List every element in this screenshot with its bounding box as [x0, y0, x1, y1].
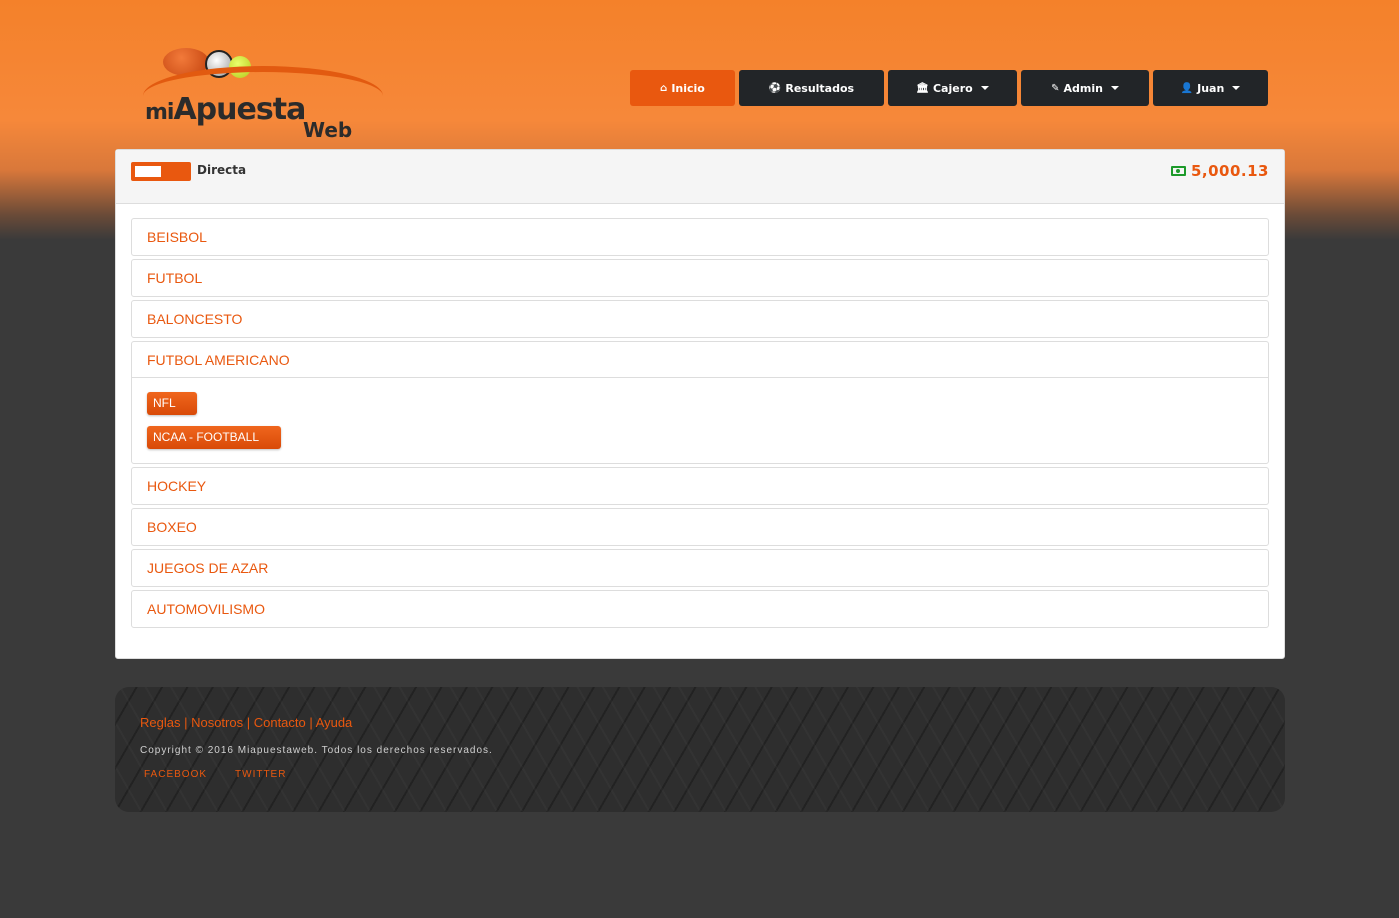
mode-toggle[interactable] [131, 162, 191, 181]
footer-link-reglas[interactable]: Reglas [140, 715, 180, 730]
nav-cajero-dropdown[interactable]: 🏛 Cajero [888, 70, 1017, 106]
caret-down-icon [1110, 86, 1119, 90]
mode-label: Directa [197, 163, 247, 177]
nav-admin-dropdown[interactable]: ✎ Admin [1021, 70, 1149, 106]
sport-title[interactable]: FUTBOL AMERICANO [132, 342, 1268, 378]
footer-link-nosotros[interactable]: Nosotros [191, 715, 243, 730]
league-button-nfl[interactable]: NFL [147, 392, 197, 415]
sport-title[interactable]: BOXEO [132, 509, 1268, 545]
site-footer: Reglas | Nosotros | Contacto | Ayuda Cop… [115, 687, 1285, 812]
sport-item-juegos-de-azar: JUEGOS DE AZAR [131, 549, 1269, 587]
footer-link-ayuda[interactable]: Ayuda [316, 715, 353, 730]
nav-label: Inicio [671, 81, 705, 95]
sport-item-beisbol: BEISBOL [131, 218, 1269, 256]
sport-item-hockey: HOCKEY [131, 467, 1269, 505]
sport-item-baloncesto: BALONCESTO [131, 300, 1269, 338]
sport-title[interactable]: AUTOMOVILISMO [132, 591, 1268, 627]
sport-item-futbol: FUTBOL [131, 259, 1269, 297]
nav-user-dropdown[interactable]: 👤 Juan [1153, 70, 1268, 106]
caret-down-icon [1232, 86, 1241, 90]
social-links: FACEBOOK TWITTER [144, 769, 286, 780]
sport-title[interactable]: JUEGOS DE AZAR [132, 550, 1268, 586]
separator: | [243, 715, 254, 730]
home-icon: ⌂ [660, 82, 668, 94]
user-icon: 👤 [1180, 82, 1194, 94]
balance-amount: 5,000.13 [1190, 162, 1269, 180]
sport-title[interactable]: FUTBOL [132, 260, 1268, 296]
sport-leagues: NFL NCAA - FOOTBALL [132, 378, 1268, 463]
toggle-knob [135, 166, 161, 177]
panel-header: Directa 5,000.13 [116, 150, 1284, 204]
separator: | [305, 715, 316, 730]
sport-title[interactable]: BEISBOL [132, 219, 1268, 255]
soccer-ball-icon: ⚽ [768, 82, 782, 94]
league-button-ncaa-football[interactable]: NCAA - FOOTBALL [147, 426, 281, 449]
logo-text-line2: Web [303, 118, 353, 142]
nav-inicio-button[interactable]: ⌂ Inicio [630, 70, 735, 106]
facebook-link[interactable]: FACEBOOK [144, 769, 207, 780]
separator: | [180, 715, 192, 730]
sports-list: BEISBOL FUTBOL BALONCESTO FUTBOL AMERICA… [131, 218, 1269, 631]
balance: 5,000.13 [1170, 162, 1269, 180]
nav-resultados-button[interactable]: ⚽ Resultados [739, 70, 884, 106]
nav-label: Resultados [785, 81, 855, 95]
footer-links: Reglas | Nosotros | Contacto | Ayuda [140, 715, 352, 730]
site-logo[interactable]: miApuesta Web [143, 40, 388, 142]
wrench-icon: ✎ [1051, 82, 1060, 94]
footer-link-contacto[interactable]: Contacto [254, 715, 306, 730]
main-nav: ⌂ Inicio ⚽ Resultados 🏛 Cajero ✎ Admin 👤… [630, 70, 1268, 106]
sport-title[interactable]: HOCKEY [132, 468, 1268, 504]
sport-item-futbol-americano: FUTBOL AMERICANO NFL NCAA - FOOTBALL [131, 341, 1269, 464]
sports-panel: Directa 5,000.13 BEISBOL FUTBOL BALONCES… [115, 149, 1285, 659]
bank-icon: 🏛 [916, 82, 929, 94]
logo-text-line1: miApuesta [145, 92, 306, 127]
nav-label: Admin [1063, 81, 1103, 95]
nav-label: Juan [1197, 81, 1225, 95]
money-icon [1170, 166, 1186, 176]
sport-item-boxeo: BOXEO [131, 508, 1269, 546]
caret-down-icon [980, 86, 989, 90]
copyright: Copyright © 2016 Miapuestaweb. Todos los… [140, 745, 493, 756]
sport-item-automovilismo: AUTOMOVILISMO [131, 590, 1269, 628]
twitter-link[interactable]: TWITTER [235, 769, 286, 780]
sport-title[interactable]: BALONCESTO [132, 301, 1268, 337]
nav-label: Cajero [932, 81, 973, 95]
